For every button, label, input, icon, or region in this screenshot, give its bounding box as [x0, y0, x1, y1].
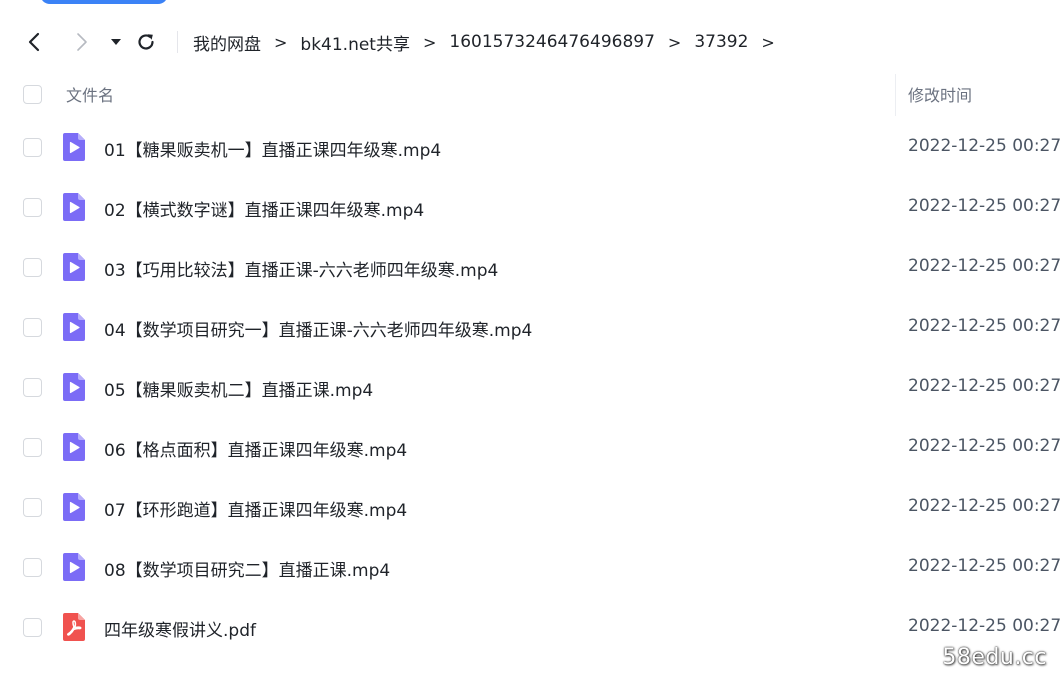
- row-checkbox[interactable]: [23, 558, 42, 577]
- file-name[interactable]: 01【糖果贩卖机一】直播正课四年级寒.mp4: [104, 136, 441, 161]
- file-browser: 我的网盘 > bk41.net共享 > 1601573246476496897 …: [0, 0, 1061, 680]
- video-file-icon: [62, 372, 86, 402]
- column-header-modified[interactable]: 修改时间: [908, 82, 972, 106]
- file-name[interactable]: 03【巧用比较法】直播正课-六六老师四年级寒.mp4: [104, 256, 498, 281]
- breadcrumb-item-current[interactable]: 37392: [694, 32, 748, 52]
- file-name[interactable]: 05【糖果贩卖机二】直播正课.mp4: [104, 376, 373, 401]
- pdf-file-icon: [62, 612, 86, 642]
- row-checkbox[interactable]: [23, 378, 42, 397]
- row-checkbox[interactable]: [23, 318, 42, 337]
- file-list: 01【糖果贩卖机一】直播正课四年级寒.mp4 2022-12-25 00:27 02…: [0, 118, 1061, 658]
- select-all-checkbox[interactable]: [23, 85, 42, 104]
- breadcrumb-item-folder-id[interactable]: 1601573246476496897: [449, 32, 655, 52]
- file-modified-time: 2022-12-25 00:27: [908, 616, 1061, 636]
- table-row[interactable]: 02【横式数字谜】直播正课四年级寒.mp4 2022-12-25 00:27: [0, 178, 1061, 238]
- breadcrumb-separator: >: [422, 32, 437, 52]
- table-row[interactable]: 03【巧用比较法】直播正课-六六老师四年级寒.mp4 2022-12-25 00:…: [0, 238, 1061, 298]
- table-row[interactable]: 01【糖果贩卖机一】直播正课四年级寒.mp4 2022-12-25 00:27: [0, 118, 1061, 178]
- breadcrumb: 我的网盘 > bk41.net共享 > 1601573246476496897 …: [193, 20, 788, 64]
- breadcrumb-separator: >: [667, 32, 682, 52]
- table-row[interactable]: 05【糖果贩卖机二】直播正课.mp4 2022-12-25 00:27: [0, 358, 1061, 418]
- video-file-icon: [62, 252, 86, 282]
- column-divider[interactable]: [895, 74, 896, 116]
- row-checkbox[interactable]: [23, 258, 42, 277]
- breadcrumb-separator: >: [274, 32, 288, 52]
- history-dropdown-button[interactable]: [102, 28, 130, 56]
- file-name[interactable]: 07【环形跑道】直播正课四年级寒.mp4: [104, 496, 407, 521]
- row-checkbox[interactable]: [23, 138, 42, 157]
- file-modified-time: 2022-12-25 00:27: [908, 376, 1061, 396]
- breadcrumb-separator: >: [761, 32, 775, 52]
- video-file-icon: [62, 492, 86, 522]
- table-row[interactable]: 四年级寒假讲义.pdf 2022-12-25 00:27: [0, 598, 1061, 658]
- breadcrumb-item-shared[interactable]: bk41.net共享: [300, 30, 410, 55]
- refresh-icon: [138, 34, 154, 50]
- row-checkbox[interactable]: [23, 618, 42, 637]
- file-modified-time: 2022-12-25 00:27: [908, 136, 1061, 156]
- chevron-right-icon: [77, 33, 87, 51]
- row-checkbox[interactable]: [23, 198, 42, 217]
- navbar-divider: [177, 31, 178, 53]
- file-name[interactable]: 04【数学项目研究一】直播正课-六六老师四年级寒.mp4: [104, 316, 532, 341]
- file-modified-time: 2022-12-25 00:27: [908, 556, 1061, 576]
- table-row[interactable]: 08【数学项目研究二】直播正课.mp4 2022-12-25 00:27: [0, 538, 1061, 598]
- file-name[interactable]: 02【横式数字谜】直播正课四年级寒.mp4: [104, 196, 424, 221]
- file-name[interactable]: 06【格点面积】直播正课四年级寒.mp4: [104, 436, 407, 461]
- top-action-button[interactable]: [40, 0, 168, 4]
- watermark: 58edu.cc: [942, 645, 1047, 670]
- table-row[interactable]: 04【数学项目研究一】直播正课-六六老师四年级寒.mp4 2022-12-25 0…: [0, 298, 1061, 358]
- refresh-button[interactable]: [132, 28, 160, 56]
- table-row[interactable]: 07【环形跑道】直播正课四年级寒.mp4 2022-12-25 00:27: [0, 478, 1061, 538]
- file-modified-time: 2022-12-25 00:27: [908, 256, 1061, 276]
- chevron-left-icon: [28, 32, 40, 52]
- row-checkbox[interactable]: [23, 498, 42, 517]
- video-file-icon: [62, 552, 86, 582]
- back-button[interactable]: [21, 28, 49, 56]
- navigation-bar: 我的网盘 > bk41.net共享 > 1601573246476496897 …: [0, 20, 1061, 64]
- file-name[interactable]: 08【数学项目研究二】直播正课.mp4: [104, 556, 390, 581]
- table-row[interactable]: 06【格点面积】直播正课四年级寒.mp4 2022-12-25 00:27: [0, 418, 1061, 478]
- file-modified-time: 2022-12-25 00:27: [908, 496, 1061, 516]
- video-file-icon: [62, 312, 86, 342]
- column-header-name[interactable]: 文件名: [66, 82, 114, 106]
- caret-down-icon: [111, 39, 121, 45]
- forward-button[interactable]: [67, 28, 95, 56]
- video-file-icon: [62, 132, 86, 162]
- video-file-icon: [62, 192, 86, 222]
- file-modified-time: 2022-12-25 00:27: [908, 436, 1061, 456]
- row-checkbox[interactable]: [23, 438, 42, 457]
- file-name[interactable]: 四年级寒假讲义.pdf: [104, 616, 256, 641]
- breadcrumb-item-root[interactable]: 我的网盘: [193, 30, 261, 55]
- file-modified-time: 2022-12-25 00:27: [908, 196, 1061, 216]
- video-file-icon: [62, 432, 86, 462]
- table-header: 文件名 修改时间: [0, 70, 1061, 118]
- file-modified-time: 2022-12-25 00:27: [908, 316, 1061, 336]
